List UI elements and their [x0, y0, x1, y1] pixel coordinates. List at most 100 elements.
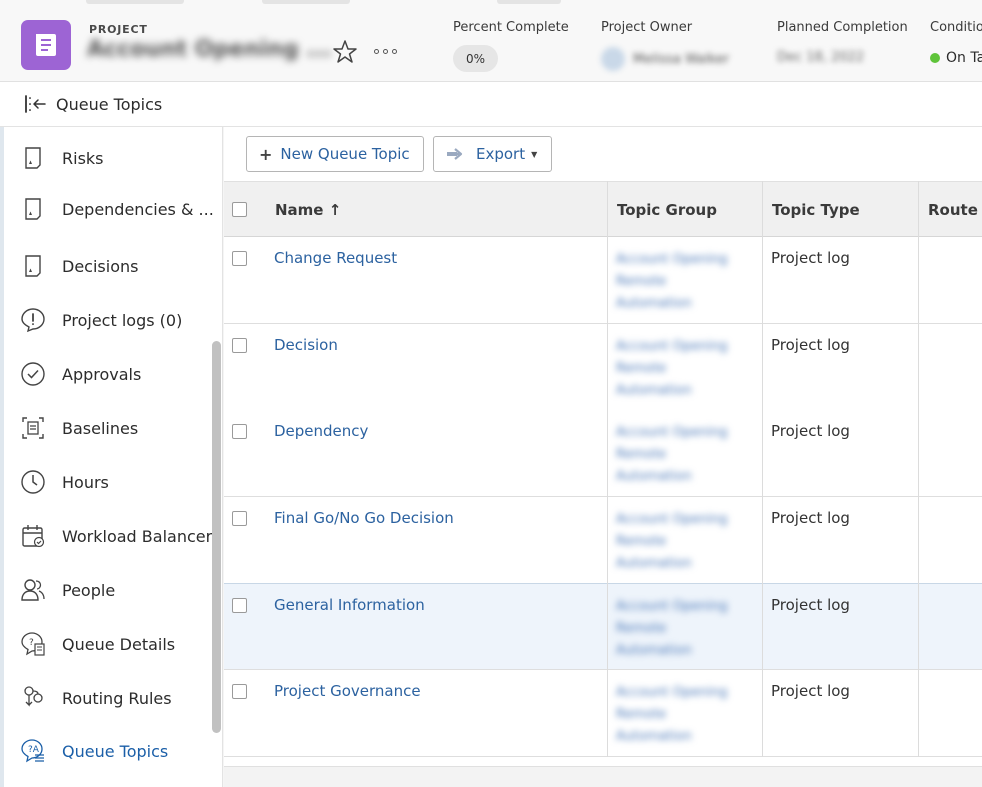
sidebar-item-approvals[interactable]: Approvals: [0, 354, 210, 394]
topic-name-link[interactable]: Dependency: [274, 422, 368, 440]
topic-type: Project log: [771, 249, 850, 267]
topic-name-link[interactable]: Project Governance: [274, 682, 421, 700]
approvals-icon: [21, 362, 45, 386]
table-row[interactable]: Final Go/No Go Decision Account Opening …: [224, 497, 982, 584]
project-owner-name: Melissa Walker: [633, 51, 730, 67]
condition-label: Condition: [930, 20, 982, 35]
collapse-sidebar-icon[interactable]: [23, 93, 47, 115]
sidebar-item-label: Queue Details: [62, 634, 176, 654]
calendar-icon: [22, 525, 45, 548]
routing-rules-icon: [24, 686, 43, 707]
sidebar-item-routing-rules[interactable]: Routing Rules: [0, 678, 210, 718]
select-all-checkbox[interactable]: [232, 202, 247, 217]
sidebar-item-project-logs[interactable]: Project logs (0): [0, 300, 210, 340]
column-divider[interactable]: [607, 181, 608, 757]
svg-text:?A: ?A: [28, 745, 40, 755]
topic-group-link[interactable]: Account Opening Remote Automation: [616, 596, 744, 662]
percent-complete-label: Percent Complete: [453, 20, 569, 35]
clock-icon: [21, 470, 45, 494]
sidebar-item-workload-balancer[interactable]: Workload Balancer: [0, 516, 213, 556]
sidebar-item-decisions[interactable]: Decisions: [0, 246, 210, 286]
more-options-icon[interactable]: [374, 44, 402, 58]
project-owner-label: Project Owner: [601, 20, 693, 35]
topic-group-link[interactable]: Account Opening Remote Automation: [616, 336, 744, 402]
main-content: + New Queue Topic Export ▼ Name ↑ Topic …: [224, 127, 982, 787]
left-nav-sidebar: Risks Dependencies & ... Decisions Proje…: [0, 127, 223, 787]
table-footer: [224, 766, 982, 787]
topic-group-link[interactable]: Account Opening Remote Automation: [616, 422, 744, 488]
row-checkbox[interactable]: [232, 684, 247, 699]
topic-name-link[interactable]: Change Request: [274, 249, 397, 267]
column-divider[interactable]: [762, 181, 763, 757]
topic-name-link[interactable]: Decision: [274, 336, 338, 354]
sidebar-item-label: Dependencies & ...: [62, 199, 214, 219]
sidebar-item-label: Baselines: [62, 418, 139, 438]
chevron-down-icon: ▼: [531, 149, 538, 159]
percent-complete-badge: 0%: [453, 45, 498, 72]
sidebar-item-hours[interactable]: Hours: [0, 462, 210, 502]
sidebar-item-queue-topics[interactable]: ?A Queue Topics: [0, 731, 210, 771]
table-row[interactable]: Project Governance Account Opening Remot…: [224, 670, 982, 757]
sidebar-item-label: Project logs (0): [62, 310, 183, 330]
sidebar-item-queue-details[interactable]: ? Queue Details: [0, 624, 210, 664]
sidebar-item-label: Hours: [62, 472, 109, 492]
project-name[interactable]: Account Opening ...: [87, 37, 331, 62]
sidebar-scrollbar[interactable]: [212, 341, 221, 733]
table-row[interactable]: Dependency Account Opening Remote Automa…: [224, 410, 982, 497]
row-checkbox[interactable]: [232, 424, 247, 439]
sidebar-item-label: People: [62, 580, 116, 600]
topic-type: Project log: [771, 422, 850, 440]
topic-group-link[interactable]: Account Opening Remote Automation: [616, 249, 744, 315]
project-log-icon: [21, 308, 45, 333]
topic-group-link[interactable]: Account Opening Remote Automation: [616, 682, 744, 748]
sidebar-item-label: Queue Topics: [62, 741, 169, 761]
topic-type: Project log: [771, 596, 850, 614]
sidebar-item-label: Routing Rules: [62, 688, 172, 708]
dependencies-icon: [25, 198, 41, 220]
planned-completion-label: Planned Completion: [777, 20, 908, 35]
project-header: PROJECT Account Opening ... Percent Comp…: [0, 0, 982, 82]
topic-name-link[interactable]: Final Go/No Go Decision: [274, 509, 454, 527]
sidebar-item-dependencies[interactable]: Dependencies & ...: [0, 189, 214, 229]
topic-type: Project log: [771, 509, 850, 527]
sidebar-item-risks[interactable]: Risks: [0, 138, 210, 178]
column-header-topic-group[interactable]: Topic Group: [617, 182, 717, 238]
sidebar-item-label: Workload Balancer: [62, 526, 213, 546]
table-header: Name ↑ Topic Group Topic Type Route to: [224, 181, 982, 237]
project-icon: [21, 20, 71, 70]
column-header-topic-type[interactable]: Topic Type: [772, 182, 860, 238]
sidebar-item-people[interactable]: People: [0, 570, 210, 610]
condition-value: On Ta: [946, 50, 982, 66]
column-header-route-to[interactable]: Route to: [928, 182, 982, 238]
row-checkbox[interactable]: [232, 251, 247, 266]
topic-name-link[interactable]: General Information: [274, 596, 425, 614]
favorite-star-icon[interactable]: [331, 38, 359, 66]
project-owner-value[interactable]: Melissa Walker: [601, 47, 729, 71]
sidebar-item-baselines[interactable]: Baselines: [0, 408, 210, 448]
new-queue-topic-label: New Queue Topic: [280, 145, 410, 163]
new-queue-topic-button[interactable]: + New Queue Topic: [246, 136, 424, 172]
export-button[interactable]: Export ▼: [433, 136, 552, 172]
page-title: Queue Topics: [56, 94, 163, 114]
row-checkbox[interactable]: [232, 598, 247, 613]
topic-group-link[interactable]: Account Opening Remote Automation: [616, 509, 744, 575]
baselines-icon: [22, 417, 44, 439]
column-divider[interactable]: [918, 181, 919, 757]
topic-type: Project log: [771, 682, 850, 700]
svg-text:?: ?: [29, 638, 34, 648]
queue-details-icon: ?: [21, 632, 45, 656]
row-checkbox[interactable]: [232, 338, 247, 353]
condition-status[interactable]: On Ta: [930, 50, 982, 66]
risk-icon: [25, 147, 41, 169]
row-checkbox[interactable]: [232, 511, 247, 526]
table-row[interactable]: Decision Account Opening Remote Automati…: [224, 324, 982, 411]
top-tab-indicator: [262, 0, 350, 4]
avatar: [601, 47, 625, 71]
table-row[interactable]: General Information Account Opening Remo…: [224, 583, 982, 670]
planned-completion-value[interactable]: Dec 18, 2022: [777, 50, 864, 65]
topic-type: Project log: [771, 336, 850, 354]
column-header-name[interactable]: Name ↑: [275, 182, 341, 238]
top-tab-indicator: [497, 0, 561, 4]
table-row[interactable]: Change Request Account Opening Remote Au…: [224, 237, 982, 324]
sidebar-item-label: Decisions: [62, 256, 139, 276]
